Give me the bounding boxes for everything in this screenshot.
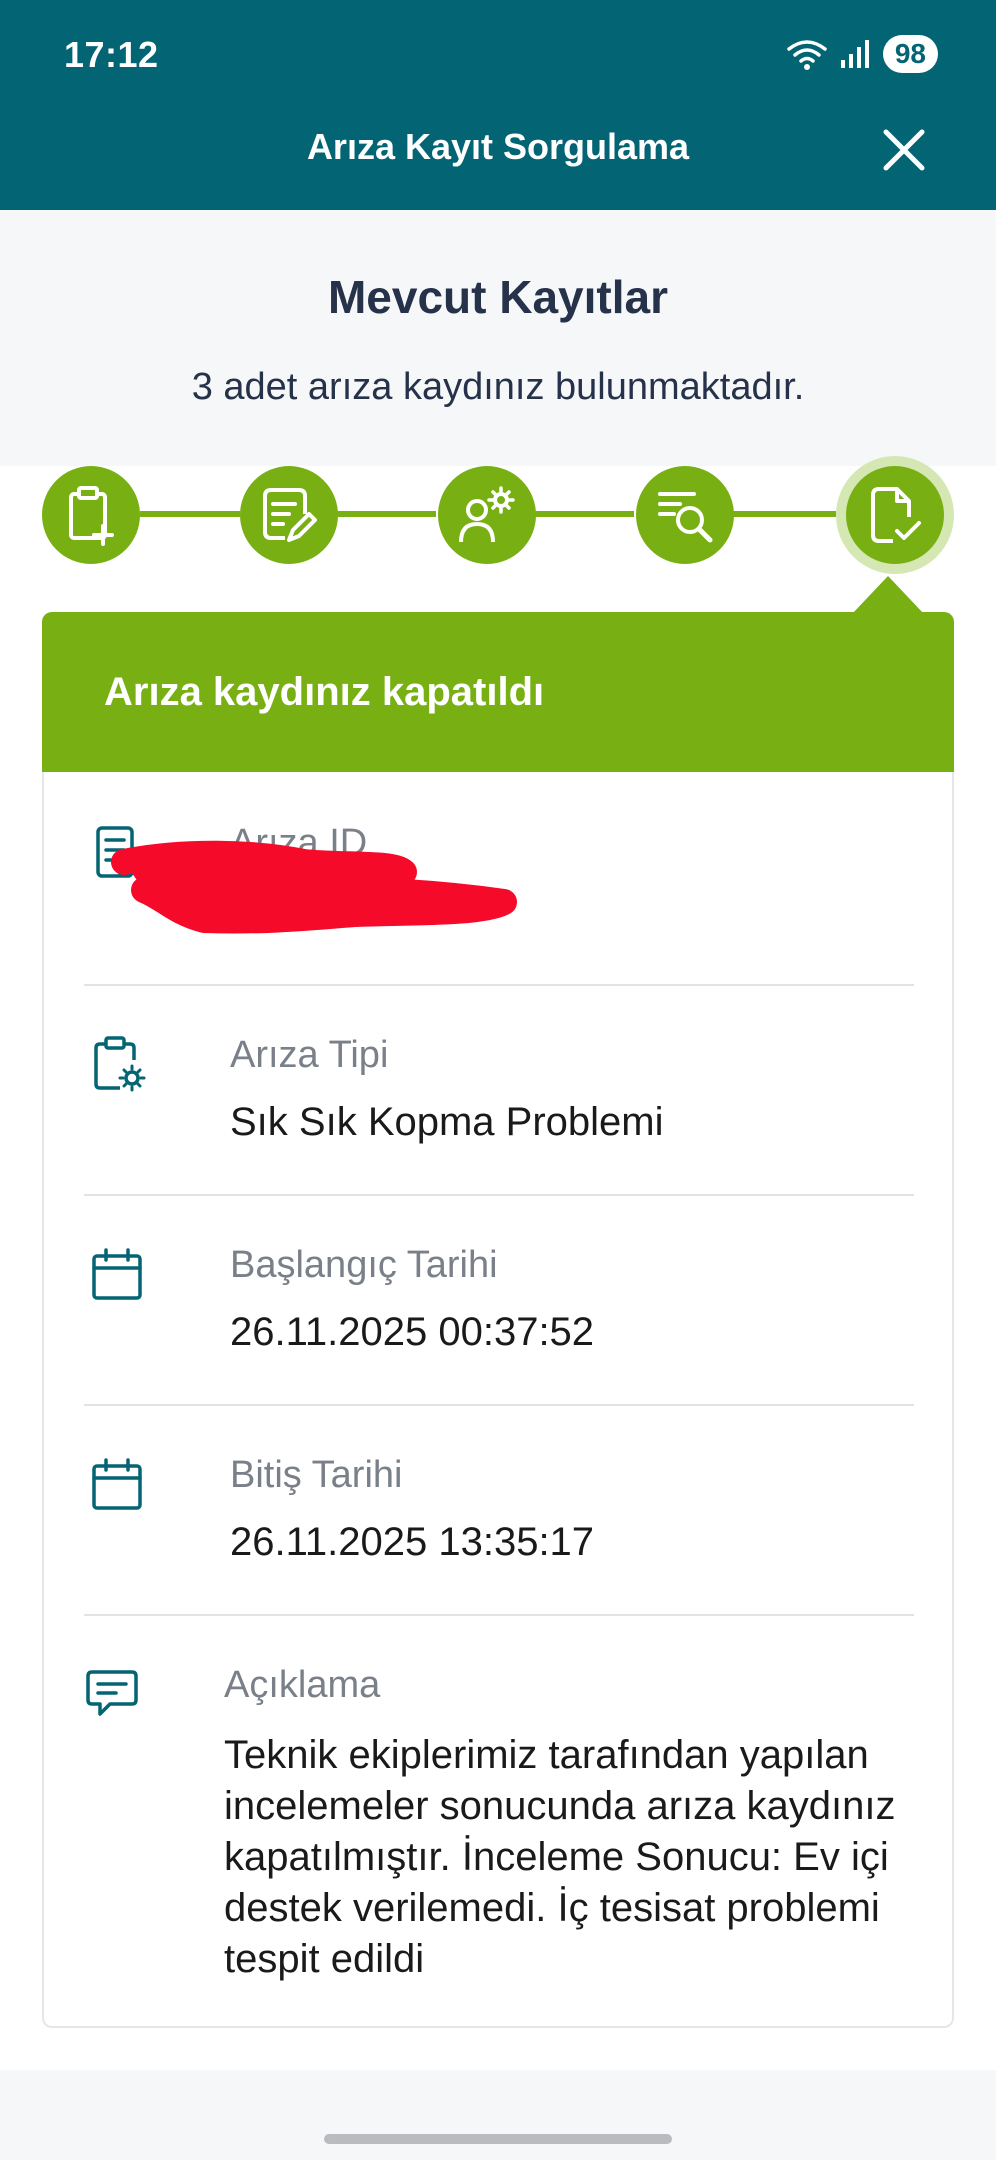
- signal-icon: [840, 40, 869, 68]
- clipboard-add-icon: [69, 486, 114, 546]
- chat-message-icon: [86, 1670, 138, 1716]
- clipboard-gear-icon: [94, 1036, 146, 1092]
- section-title: Mevcut Kayıtlar: [327, 271, 668, 323]
- fault-type-value: Sık Sık Kopma Problemi: [230, 1100, 664, 1144]
- page-title: Arıza Kayıt Sorgulama: [306, 126, 690, 167]
- document-check-icon: [871, 487, 921, 543]
- step-1[interactable]: [42, 466, 140, 564]
- close-button[interactable]: [878, 124, 930, 176]
- status-time: 17:12: [64, 34, 159, 75]
- home-indicator[interactable]: [324, 2134, 672, 2144]
- record-card: Arıza kaydınız kapatıldı Arıza ID 55 Arı…: [42, 612, 954, 2028]
- step-2[interactable]: [240, 466, 338, 564]
- status-icons: 98: [785, 34, 938, 74]
- status-banner: Arıza kaydınız kapatıldı: [42, 612, 954, 772]
- step-connector: [140, 511, 240, 517]
- redaction-scribble: [111, 840, 517, 934]
- start-date-label: Başlangıç Tarihi: [230, 1244, 498, 1286]
- step-4[interactable]: [636, 466, 734, 564]
- end-date-value: 26.11.2025 13:35:17: [230, 1520, 595, 1564]
- start-date-value: 26.11.2025 00:37:52: [230, 1310, 595, 1354]
- person-gear-icon: [459, 486, 515, 543]
- records-count-text: 3 adet arıza kaydınız bulunmaktadır.: [191, 366, 805, 408]
- app-header: 17:12 98 Arıza Kayıt Sorgulama: [0, 0, 996, 210]
- end-date-row: Bitiş Tarihi 26.11.2025 13:35:17: [84, 1406, 914, 1616]
- bottom-area: [0, 2070, 996, 2160]
- calendar-icon: [92, 1458, 142, 1510]
- list-search-icon: [658, 492, 713, 543]
- step-connector: [732, 511, 836, 517]
- step-5-active[interactable]: [846, 466, 944, 564]
- description-text: Teknik ekiplerimiz tarafından yapılan in…: [224, 1733, 896, 1981]
- description-label: Açıklama: [224, 1664, 381, 1706]
- wifi-icon: [787, 40, 827, 70]
- records-header: Mevcut Kayıtlar 3 adet arıza kaydınız bu…: [0, 210, 996, 466]
- battery-indicator: 98: [882, 35, 938, 73]
- card-pointer: [852, 576, 924, 614]
- end-date-label: Bitiş Tarihi: [230, 1454, 403, 1496]
- record-detail-panel: Arıza kaydınız kapatıldı Arıza ID 55 Arı…: [0, 466, 996, 2070]
- step-connector: [336, 511, 436, 517]
- document-edit-icon: [263, 488, 317, 542]
- fault-type-row: Arıza Tipi Sık Sık Kopma Problemi: [84, 986, 914, 1196]
- description-row: Açıklama Teknik ekiplerimiz tarafından y…: [84, 1616, 914, 2026]
- fault-type-label: Arıza Tipi: [230, 1034, 389, 1076]
- progress-stepper: [0, 466, 996, 606]
- start-date-row: Başlangıç Tarihi 26.11.2025 00:37:52: [84, 1196, 914, 1406]
- status-title: Arıza kaydınız kapatıldı: [104, 670, 545, 714]
- close-icon: [883, 129, 925, 171]
- step-3[interactable]: [438, 466, 536, 564]
- calendar-icon: [92, 1248, 142, 1300]
- step-connector: [534, 511, 634, 517]
